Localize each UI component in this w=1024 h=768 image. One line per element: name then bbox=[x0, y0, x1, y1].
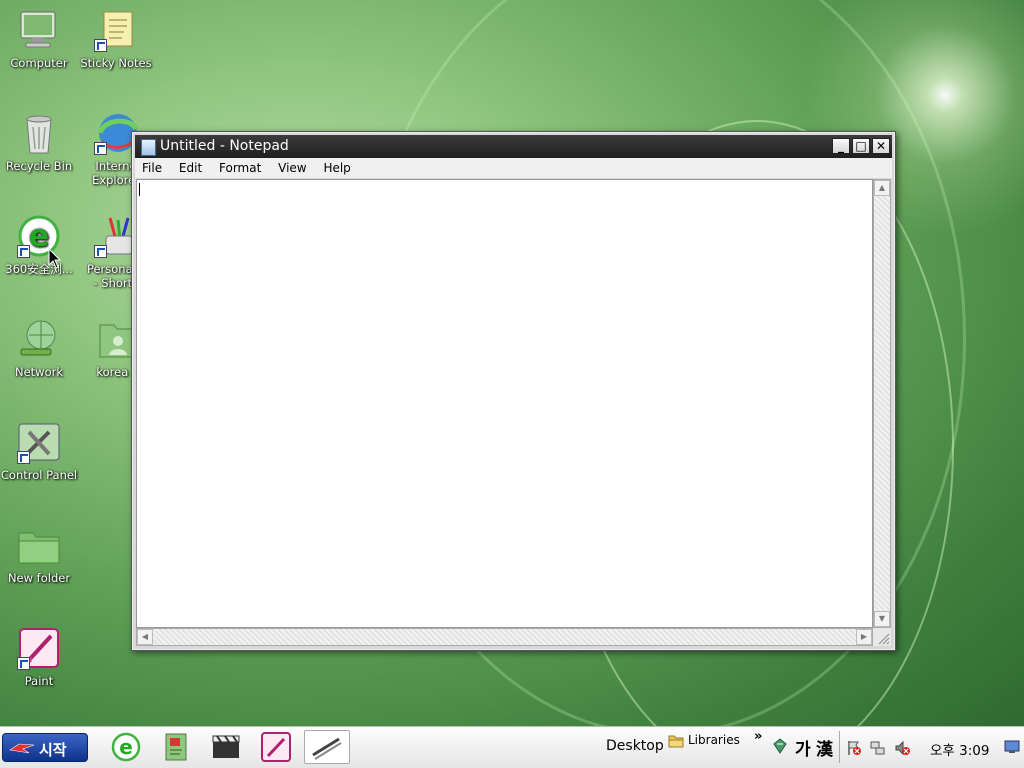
shortcut-arrow-icon bbox=[17, 451, 30, 464]
desktop-icon-label: Recycle Bin bbox=[5, 159, 73, 173]
notepad-icon bbox=[141, 139, 156, 156]
desktop-icon-paint[interactable]: Paint bbox=[0, 622, 78, 712]
media-clapper-icon bbox=[212, 735, 240, 758]
volume-muted-icon[interactable] bbox=[894, 740, 910, 756]
resize-grip[interactable] bbox=[873, 628, 891, 646]
desktop-icon-label: Sticky Notes bbox=[80, 56, 152, 70]
libraries-folder-icon bbox=[668, 735, 684, 748]
show-desktop-icon[interactable] bbox=[1004, 739, 1020, 755]
start-logo-icon bbox=[9, 743, 35, 754]
taskbar-app-paint[interactable] bbox=[258, 730, 294, 764]
resize-grip-icon bbox=[878, 633, 890, 645]
menu-edit[interactable]: Edit bbox=[172, 158, 208, 176]
desktop-icon-label: Control Panel bbox=[0, 468, 78, 482]
maximize-button[interactable]: □ bbox=[852, 138, 870, 154]
taskbar-app-notepad[interactable] bbox=[304, 730, 350, 764]
horizontal-scrollbar[interactable]: ◀ ▶ bbox=[136, 628, 873, 646]
notepad-window[interactable]: Untitled - Notepad _ □ ✕ File Edit Forma… bbox=[131, 131, 896, 651]
toolbar-overflow-chevron[interactable]: » bbox=[754, 729, 762, 744]
desktop-icon-label: Computer bbox=[10, 56, 68, 70]
menu-help[interactable]: Help bbox=[316, 158, 356, 176]
vertical-scrollbar[interactable]: ▲ ▼ bbox=[873, 179, 891, 628]
network-icon bbox=[17, 317, 61, 361]
shortcut-arrow-icon bbox=[94, 245, 107, 258]
tray-divider bbox=[839, 731, 840, 763]
shortcut-arrow-icon bbox=[94, 39, 107, 52]
desktop-icon-recycle-bin[interactable]: Recycle Bin bbox=[0, 107, 78, 197]
close-icon: ✕ bbox=[875, 139, 887, 153]
shortcut-arrow-icon bbox=[94, 142, 107, 155]
network-status-icon[interactable] bbox=[870, 740, 886, 756]
browser-e-icon: e bbox=[111, 732, 141, 762]
maximize-icon: □ bbox=[855, 139, 867, 153]
control-panel-icon bbox=[17, 420, 61, 464]
recycle-bin-icon bbox=[17, 111, 61, 155]
start-button[interactable]: 시작 bbox=[2, 733, 88, 762]
scroll-up-button[interactable]: ▲ bbox=[874, 180, 890, 196]
computer-icon bbox=[17, 8, 61, 52]
desktop-icon-sticky-notes[interactable]: Sticky Notes bbox=[77, 4, 155, 94]
minimize-icon: _ bbox=[838, 139, 844, 153]
menu-view[interactable]: View bbox=[271, 158, 312, 176]
text-editor-area[interactable] bbox=[136, 179, 873, 628]
scroll-left-button[interactable]: ◀ bbox=[137, 629, 153, 645]
file-explorer-icon bbox=[165, 733, 187, 761]
svg-text:e: e bbox=[119, 735, 133, 759]
shortcut-arrow-icon bbox=[17, 245, 30, 258]
menu-format[interactable]: Format bbox=[212, 158, 267, 176]
window-title: Untitled - Notepad bbox=[160, 138, 289, 154]
toolbar-desktop[interactable]: Desktop bbox=[606, 738, 664, 754]
menu-file[interactable]: File bbox=[135, 158, 168, 176]
close-button[interactable]: ✕ bbox=[872, 138, 890, 154]
clock[interactable]: 오후 3:09 bbox=[930, 739, 989, 759]
ime-language-icon[interactable] bbox=[772, 738, 788, 754]
desktop-icon-label: 360安全浏... bbox=[5, 262, 73, 276]
taskbar-app-media[interactable] bbox=[208, 730, 244, 764]
desktop-icon-label: New folder bbox=[7, 571, 71, 585]
paint-icon bbox=[17, 626, 61, 670]
taskbar-app-explorer[interactable] bbox=[158, 730, 194, 764]
taskbar: 시작 e Desktop Libraries » 가 漢 오후 3:09 bbox=[0, 726, 1024, 768]
desktop-icon-label: Network bbox=[14, 365, 64, 379]
desktop-icon-new-folder[interactable]: New folder bbox=[0, 519, 78, 609]
scroll-down-button[interactable]: ▼ bbox=[874, 611, 890, 627]
ime-hanja-button[interactable]: 漢 bbox=[816, 735, 833, 760]
minimize-button[interactable]: _ bbox=[832, 138, 850, 154]
svg-text:e: e bbox=[29, 219, 49, 254]
toolbar-libraries[interactable]: Libraries bbox=[688, 733, 740, 747]
desktop-icon-360-browser[interactable]: e 360安全浏... bbox=[0, 210, 78, 300]
mouse-cursor-icon bbox=[48, 248, 62, 269]
desktop-icon-computer[interactable]: Computer bbox=[0, 4, 78, 94]
desktop-icon-label: Paint bbox=[24, 674, 54, 688]
menu-bar: File Edit Format View Help bbox=[135, 158, 892, 178]
taskbar-app-browser[interactable]: e bbox=[108, 730, 144, 764]
scroll-right-button[interactable]: ▶ bbox=[856, 629, 872, 645]
desktop-icon-control-panel[interactable]: Control Panel bbox=[0, 416, 78, 506]
start-label: 시작 bbox=[39, 741, 67, 759]
ime-hangul-button[interactable]: 가 bbox=[795, 735, 811, 760]
title-bar[interactable]: Untitled - Notepad _ □ ✕ bbox=[135, 135, 892, 158]
notepad-pen-icon bbox=[312, 737, 342, 760]
folder-icon bbox=[17, 523, 61, 567]
shortcut-arrow-icon bbox=[17, 657, 30, 670]
action-center-flag-icon[interactable] bbox=[846, 740, 862, 756]
paint-icon bbox=[261, 732, 291, 762]
sticky-notes-icon bbox=[94, 8, 138, 52]
text-caret bbox=[139, 183, 140, 196]
desktop-icon-network[interactable]: Network bbox=[0, 313, 78, 403]
